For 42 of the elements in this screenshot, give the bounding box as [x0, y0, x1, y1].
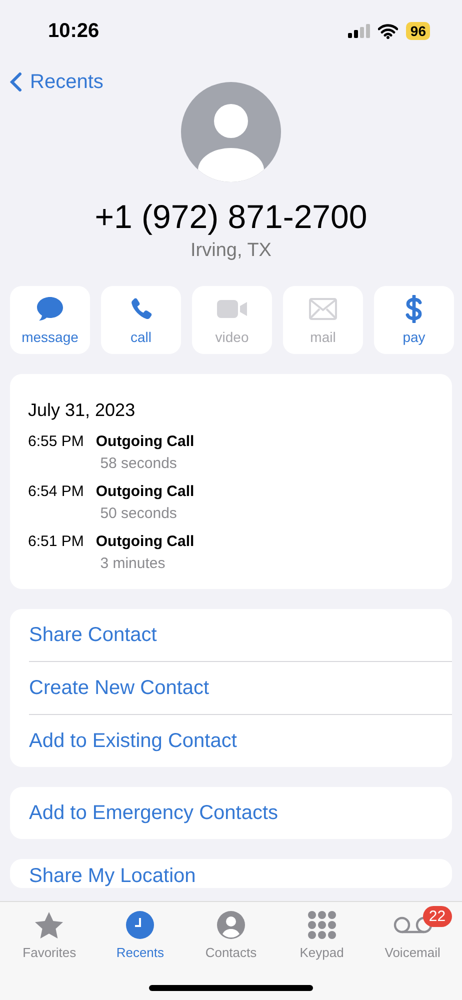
- call-type: Outgoing Call: [96, 533, 194, 550]
- avatar-icon: [181, 82, 281, 182]
- option-link[interactable]: Share My Location: [29, 859, 452, 888]
- count-badge: 22: [422, 906, 452, 927]
- person-icon: [216, 911, 245, 939]
- battery-level: 96: [406, 22, 430, 40]
- video-camera-icon: [216, 298, 248, 320]
- clock-icon: [126, 911, 154, 939]
- call-time: 6:54 PM: [28, 483, 84, 500]
- call-date: July 31, 2023: [28, 400, 136, 421]
- call-duration: 50 seconds: [99, 505, 178, 522]
- keypad-icon: [308, 911, 336, 939]
- chevron-left-icon: [10, 72, 22, 92]
- tab-item[interactable]: Keypad: [276, 902, 367, 962]
- pay-action-button[interactable]: pay: [374, 286, 454, 354]
- option-link[interactable]: Add to Existing Contact: [29, 715, 452, 767]
- call-action-button[interactable]: call: [101, 286, 181, 354]
- option-link[interactable]: Share Contact: [29, 609, 452, 661]
- tab-item[interactable]: Voicemail 22: [368, 902, 458, 962]
- call-type: Outgoing Call: [96, 433, 194, 450]
- envelope-icon: [309, 298, 337, 320]
- status-time: 10:26: [48, 20, 100, 42]
- call-time: 6:55 PM: [28, 433, 84, 450]
- tab-item[interactable]: Recents: [95, 902, 186, 962]
- option-link[interactable]: Create New Contact: [29, 662, 452, 714]
- call-duration: 58 seconds: [99, 455, 178, 472]
- phone-number: +1 (972) 871-2700: [94, 198, 368, 236]
- call-duration: 3 minutes: [99, 555, 166, 572]
- call-time: 6:51 PM: [28, 533, 84, 550]
- wifi-icon: [378, 24, 398, 38]
- phone-icon: [129, 297, 153, 321]
- location-label: Irving, TX: [190, 240, 272, 262]
- back-button[interactable]: Recents: [10, 70, 104, 94]
- star-icon: [34, 910, 64, 940]
- signal-icon: [348, 24, 370, 38]
- speech-bubble-icon: [36, 296, 64, 322]
- option-link[interactable]: Add to Emergency Contacts: [29, 787, 452, 839]
- tab-item[interactable]: Favorites: [4, 902, 94, 962]
- call-type: Outgoing Call: [96, 483, 194, 500]
- dollar-sign-icon: [405, 295, 423, 323]
- tab-item[interactable]: Contacts: [186, 902, 276, 962]
- message-action-button[interactable]: message: [10, 286, 90, 354]
